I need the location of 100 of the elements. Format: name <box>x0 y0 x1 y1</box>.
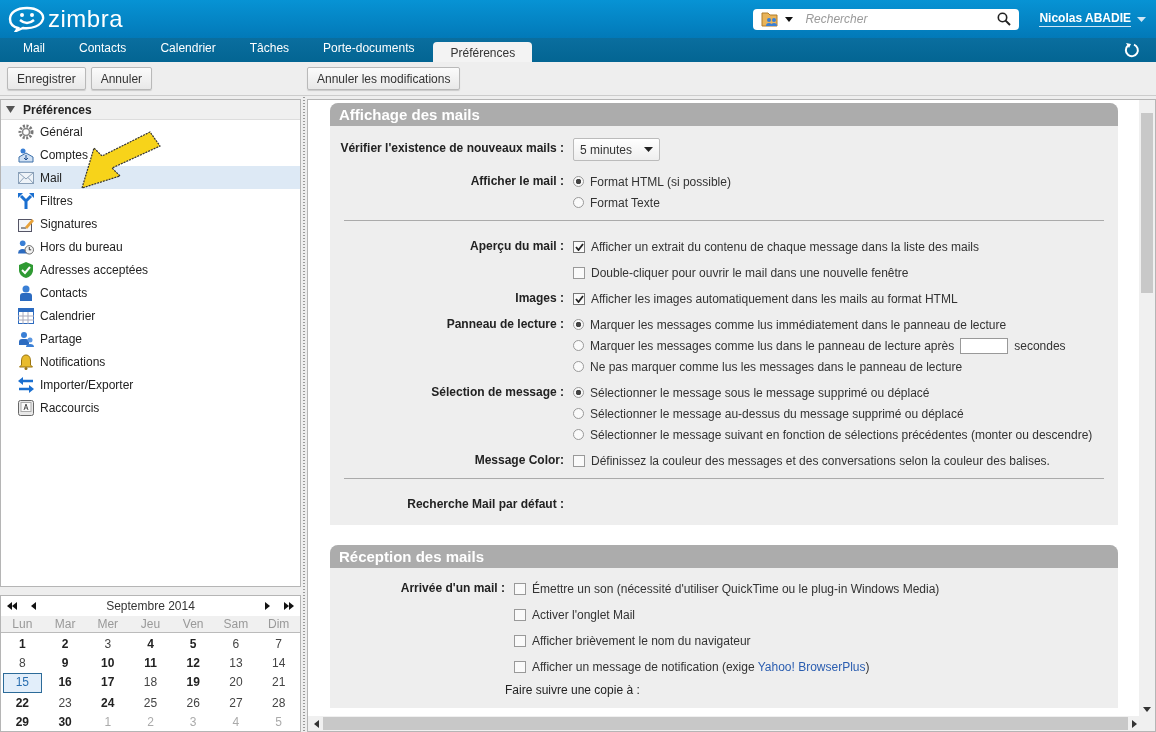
tree-item[interactable]: Comptes <box>1 143 300 166</box>
user-menu[interactable]: Nicolas ABADIE <box>1039 11 1131 27</box>
checkbox[interactable] <box>573 454 585 467</box>
calendar-day[interactable]: 17 <box>88 673 128 691</box>
radio-button[interactable] <box>573 429 584 440</box>
toolbar-button[interactable]: Annuler <box>90 67 153 90</box>
checkbox[interactable] <box>514 608 526 621</box>
scroll-thumb[interactable] <box>322 717 1129 730</box>
calendar-day[interactable]: 23 <box>45 694 85 712</box>
tree-item[interactable]: Mail <box>1 166 300 189</box>
calendar-day[interactable]: 15 <box>3 673 42 693</box>
app-tab[interactable]: Préférences <box>433 42 533 62</box>
radio-button[interactable] <box>573 361 584 372</box>
scroll-thumb[interactable] <box>1141 113 1153 293</box>
checkbox[interactable] <box>573 292 585 305</box>
calendar-day[interactable]: 28 <box>259 694 298 712</box>
calendar-day[interactable]: 12 <box>173 654 213 672</box>
tree-item[interactable]: Partage <box>1 327 300 350</box>
checkbox[interactable] <box>514 660 526 673</box>
radio-button[interactable] <box>573 176 584 187</box>
calendar-day[interactable]: 29 <box>3 713 42 731</box>
calendar-day[interactable]: 1 <box>3 635 42 653</box>
toolbar-button[interactable]: Annuler les modifications <box>307 67 461 90</box>
toolbar-button[interactable]: Enregistrer <box>7 67 86 90</box>
field-label: Sélection de message : <box>430 384 565 401</box>
tree-item[interactable]: Hors du bureau <box>1 235 300 258</box>
interval-dropdown[interactable]: 5 minutes <box>573 138 661 161</box>
radio-button[interactable] <box>573 387 584 398</box>
calendar-day[interactable]: 18 <box>131 673 170 691</box>
option-label: Activer l'onglet Mail <box>532 607 635 622</box>
app-tab[interactable]: Calendrier <box>143 38 233 62</box>
tree-item[interactable]: Général <box>1 120 300 143</box>
tree-item[interactable]: Signatures <box>1 212 300 235</box>
shield-check-icon <box>18 261 34 278</box>
app-tab[interactable]: Contacts <box>62 38 144 62</box>
calendar-day[interactable]: 30 <box>45 713 85 731</box>
calendar-day[interactable]: 16 <box>45 673 85 691</box>
app-tab[interactable]: Tâches <box>232 38 307 62</box>
radio-button[interactable] <box>573 197 584 208</box>
tree-item[interactable]: Importer/Exporter <box>1 373 300 396</box>
down-arrow-icon[interactable] <box>1143 707 1151 712</box>
left-arrow-icon[interactable] <box>31 602 36 610</box>
double-right-arrow-icon[interactable] <box>284 602 294 610</box>
calendar-day[interactable]: 5 <box>173 635 213 653</box>
caret-icon[interactable] <box>785 16 794 22</box>
checkbox[interactable] <box>573 266 585 279</box>
option-label: Marquer les messages comme lus immédiatement dans le panneau de lecture <box>590 317 1007 332</box>
weekday-label: Jeu <box>139 617 162 631</box>
option-label: Afficher un message de notification (exige Yahoo! BrowserPlus) <box>532 659 870 674</box>
calendar-icon <box>18 307 34 324</box>
tree-item[interactable]: Notifications <box>1 350 300 373</box>
calendar-day[interactable]: 20 <box>216 673 256 691</box>
double-left-arrow-icon[interactable] <box>7 602 17 610</box>
search-icon[interactable] <box>997 12 1012 26</box>
calendar-day[interactable]: 9 <box>45 654 85 672</box>
calendar-day[interactable]: 21 <box>259 673 298 691</box>
splitter-handle[interactable] <box>301 96 307 732</box>
checkbox[interactable] <box>573 240 585 253</box>
search-field[interactable]: Rechercher <box>753 8 1020 30</box>
calendar-day[interactable]: 10 <box>88 654 128 672</box>
calendar-day[interactable]: 27 <box>216 694 256 712</box>
calendar-day[interactable]: 3 <box>88 635 128 653</box>
calendar-day[interactable]: 4 <box>131 635 170 653</box>
tree-item[interactable]: Adresses acceptées <box>1 258 300 281</box>
right-arrow-icon[interactable] <box>265 602 270 610</box>
calendar-day[interactable]: 11 <box>131 654 170 672</box>
horizontal-scrollbar[interactable] <box>308 716 1155 731</box>
month-title: Septembre 2014 <box>105 599 196 613</box>
calendar-day[interactable]: 13 <box>216 654 256 672</box>
seconds-field[interactable] <box>960 337 1009 354</box>
app-tab[interactable]: Porte-documents <box>306 38 432 62</box>
radio-button[interactable] <box>573 340 584 351</box>
expand-arrow-icon[interactable] <box>6 105 15 114</box>
checkbox[interactable] <box>514 582 526 595</box>
link[interactable]: Yahoo! BrowserPlus <box>757 659 866 674</box>
calendar-day[interactable]: 25 <box>131 694 170 712</box>
calendar-day[interactable]: 19 <box>173 673 213 691</box>
left-arrow-icon[interactable] <box>314 719 319 728</box>
refresh-icon[interactable] <box>1124 42 1140 58</box>
calendar-day[interactable]: 26 <box>173 694 213 712</box>
calendar-day[interactable]: 2 <box>45 635 85 653</box>
calendar-day[interactable]: 24 <box>88 694 128 712</box>
option-label: Double-cliquer pour ouvrir le mail dans une nouvelle fenêtre <box>591 265 909 280</box>
radio-button[interactable] <box>573 408 584 419</box>
vertical-scrollbar[interactable] <box>1139 100 1155 716</box>
check-icon <box>574 242 584 251</box>
calendar-day[interactable]: 22 <box>3 694 42 712</box>
calendar-day[interactable]: 8 <box>3 654 42 672</box>
radio-button[interactable] <box>573 319 584 330</box>
tree-item[interactable]: Calendrier <box>1 304 300 327</box>
calendar-day[interactable]: 7 <box>259 635 298 653</box>
tree-item[interactable]: Raccourcis <box>1 396 300 419</box>
calendar-day[interactable]: 6 <box>216 635 256 653</box>
tree-header[interactable]: Préférences <box>1 100 300 120</box>
app-tab[interactable]: Mail <box>6 38 62 62</box>
checkbox[interactable] <box>514 634 526 647</box>
right-arrow-icon[interactable] <box>1132 719 1137 728</box>
tree-item[interactable]: Filtres <box>1 189 300 212</box>
tree-item[interactable]: Contacts <box>1 281 300 304</box>
calendar-day[interactable]: 14 <box>259 654 298 672</box>
